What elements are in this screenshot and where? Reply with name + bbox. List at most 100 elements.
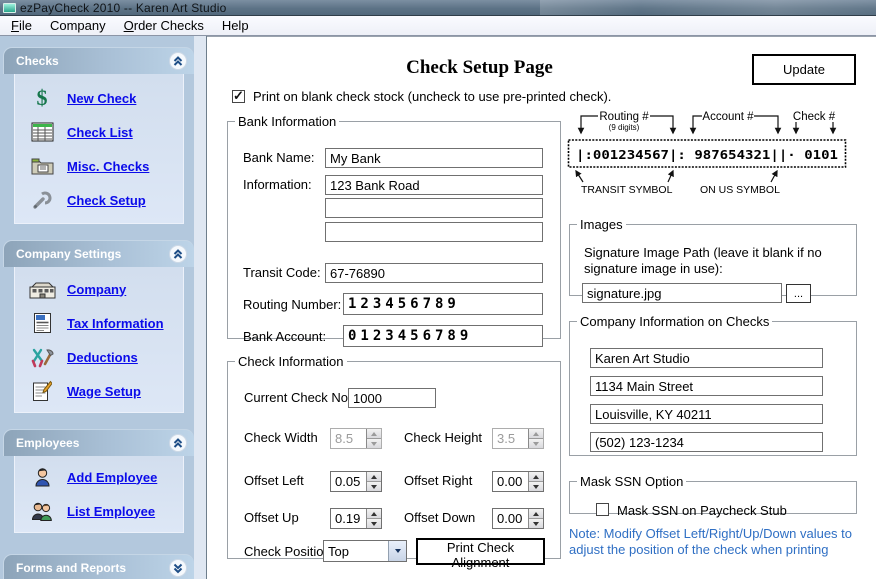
check-information-legend: Check Information [235, 354, 347, 369]
blank-stock-checkbox-label: Print on blank check stock (uncheck to u… [253, 89, 611, 104]
spin-down-icon[interactable] [367, 481, 381, 491]
mask-ssn-checkbox[interactable] [596, 503, 609, 516]
bank-information-input-3[interactable] [325, 222, 543, 242]
sidebar-header-label: Employees [16, 436, 169, 450]
browse-button[interactable]: ... [786, 284, 811, 303]
title-bar[interactable]: ezPayCheck 2010 -- Karen Art Studio [0, 0, 876, 16]
sidebar-item-check-list[interactable]: Check List [15, 115, 183, 149]
sidebar-item-wage-setup[interactable]: Wage Setup [15, 374, 183, 408]
mask-ssn-legend: Mask SSN Option [577, 474, 686, 489]
spin-up-icon[interactable] [529, 472, 543, 481]
spin-up-icon[interactable] [367, 472, 381, 481]
sidebar-link-tax-information[interactable]: Tax Information [67, 316, 164, 331]
sidebar-item-check-setup[interactable]: Check Setup [15, 183, 183, 217]
sidebar-link-company[interactable]: Company [67, 282, 126, 297]
offset-note-line-2: adjust the position of the check when pr… [569, 542, 861, 558]
menu-bar: File Company Order Checks Help [0, 16, 876, 36]
chevron-up-icon[interactable] [169, 52, 187, 70]
bank-information-input-2[interactable] [325, 198, 543, 218]
sidebar-item-misc-checks[interactable]: Misc. Checks [15, 149, 183, 183]
sidebar-header-checks[interactable]: Checks [3, 47, 194, 74]
images-group: Images Signature Image Path (leave it bl… [569, 217, 857, 296]
spin-up-icon [367, 429, 381, 438]
sidebar-link-list-employee[interactable]: List Employee [67, 504, 155, 519]
spin-up-icon[interactable] [367, 509, 381, 518]
menu-order-checks[interactable]: Order Checks [115, 17, 213, 34]
mask-ssn-group: Mask SSN Option Mask SSN on Paycheck Stu… [569, 474, 857, 514]
check-position-select[interactable]: Top [323, 540, 407, 562]
sidebar-item-new-check[interactable]: $ New Check [15, 81, 183, 115]
signature-path-input[interactable] [582, 283, 782, 303]
sidebar-header-label: Forms and Reports [16, 561, 169, 575]
sidebar-item-tax-information[interactable]: Tax Information [15, 306, 183, 340]
sidebar-link-wage-setup[interactable]: Wage Setup [67, 384, 141, 399]
sidebar-header-forms-and-reports[interactable]: Forms and Reports [3, 554, 194, 579]
spin-down-icon[interactable] [529, 518, 543, 528]
offset-down-spinner[interactable]: 0.00 [492, 508, 544, 529]
sidebar-header-label: Checks [16, 54, 169, 68]
current-check-no-input[interactable] [348, 388, 436, 408]
sidebar-item-company[interactable]: Company [15, 272, 183, 306]
sidebar-section-forms-and-reports: Forms and Reports [3, 554, 194, 579]
sidebar-item-deductions[interactable]: Deductions [15, 340, 183, 374]
bank-name-input[interactable] [325, 148, 543, 168]
print-check-alignment-button[interactable]: Print Check Alignment [416, 538, 545, 565]
blank-stock-checkbox[interactable] [232, 90, 245, 103]
chevron-down-icon[interactable] [169, 559, 187, 577]
sidebar-panel-company-settings: Company Tax Information Deductions [14, 267, 184, 413]
sidebar-header-employees[interactable]: Employees [3, 429, 194, 456]
spin-down-icon[interactable] [529, 481, 543, 491]
offset-up-spinner[interactable]: 0.19 [330, 508, 382, 529]
sidebar-link-add-employee[interactable]: Add Employee [67, 470, 157, 485]
sidebar-header-company-settings[interactable]: Company Settings [3, 240, 194, 267]
update-button[interactable]: Update [752, 54, 856, 85]
transit-code-label: Transit Code: [243, 265, 321, 280]
bank-account-input[interactable] [343, 325, 543, 347]
sidebar-header-label: Company Settings [16, 247, 169, 261]
bank-information-legend: Bank Information [235, 114, 339, 129]
account-number-callout-label: Account # [702, 111, 754, 123]
menu-file[interactable]: File [2, 17, 41, 34]
sidebar-panel-employees: Add Employee List Employee [14, 456, 184, 533]
check-number-callout-label: Check # [793, 111, 836, 123]
person-icon [28, 467, 56, 487]
sidebar-item-add-employee[interactable]: Add Employee [15, 460, 183, 494]
sidebar-link-check-list[interactable]: Check List [67, 125, 133, 140]
sidebar-item-list-employee[interactable]: List Employee [15, 494, 183, 528]
check-position-value: Top [324, 541, 388, 561]
company-name-input[interactable] [590, 348, 823, 368]
sidebar-link-check-setup[interactable]: Check Setup [67, 193, 146, 208]
company-phone-input[interactable] [590, 432, 823, 452]
company-city-input[interactable] [590, 404, 823, 424]
titlebar-glass-reflection [540, 0, 876, 15]
routing-number-label: Routing Number: [243, 297, 341, 312]
sidebar-link-misc-checks[interactable]: Misc. Checks [67, 159, 149, 174]
transit-symbol-label: TRANSIT SYMBOL [581, 184, 673, 196]
chevron-down-icon[interactable] [388, 541, 406, 561]
menu-help[interactable]: Help [213, 17, 258, 34]
on-us-symbol-label: ON US SYMBOL [700, 184, 780, 196]
check-height-label: Check Height [404, 430, 482, 445]
offset-right-spinner[interactable]: 0.00 [492, 471, 544, 492]
routing-number-input[interactable] [343, 293, 543, 315]
spin-up-icon[interactable] [529, 509, 543, 518]
bank-information-group: Bank Information Bank Name: Information:… [227, 114, 561, 339]
check-information-group: Check Information Current Check No: Chec… [227, 354, 561, 559]
sidebar-link-deductions[interactable]: Deductions [67, 350, 138, 365]
spin-up-icon [529, 429, 543, 438]
sidebar-section-employees: Employees Add Employee [3, 429, 194, 533]
spin-down-icon[interactable] [367, 518, 381, 528]
sidebar: Checks $ New Check [0, 36, 207, 579]
bank-information-input-1[interactable] [325, 175, 543, 195]
company-street-input[interactable] [590, 376, 823, 396]
transit-code-input[interactable] [325, 263, 543, 283]
sidebar-link-new-check[interactable]: New Check [67, 91, 136, 106]
routing-digits-callout-label: (9 digits) [609, 123, 640, 132]
micr-line-text: |:001234567|: 987654321||· 0101 [576, 147, 838, 162]
chevron-up-icon[interactable] [169, 434, 187, 452]
offset-left-spinner[interactable]: 0.05 [330, 471, 382, 492]
people-icon [28, 501, 56, 521]
menu-company[interactable]: Company [41, 17, 115, 34]
chevron-up-icon[interactable] [169, 245, 187, 263]
company-information-legend: Company Information on Checks [577, 314, 772, 329]
